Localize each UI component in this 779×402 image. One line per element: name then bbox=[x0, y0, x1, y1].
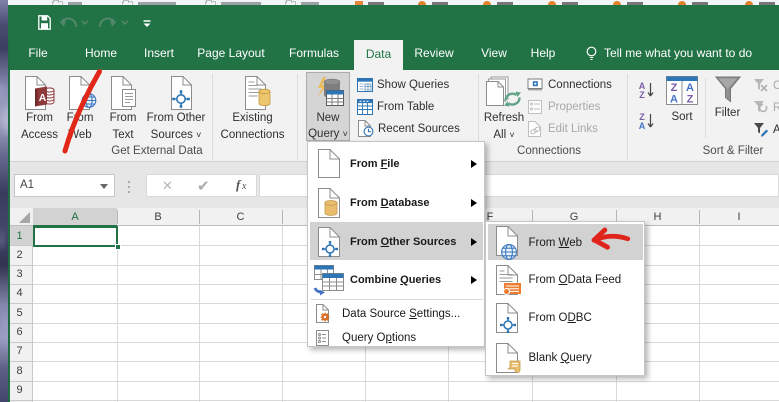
svg-text:Z: Z bbox=[671, 82, 678, 94]
svg-text:A: A bbox=[670, 94, 678, 106]
